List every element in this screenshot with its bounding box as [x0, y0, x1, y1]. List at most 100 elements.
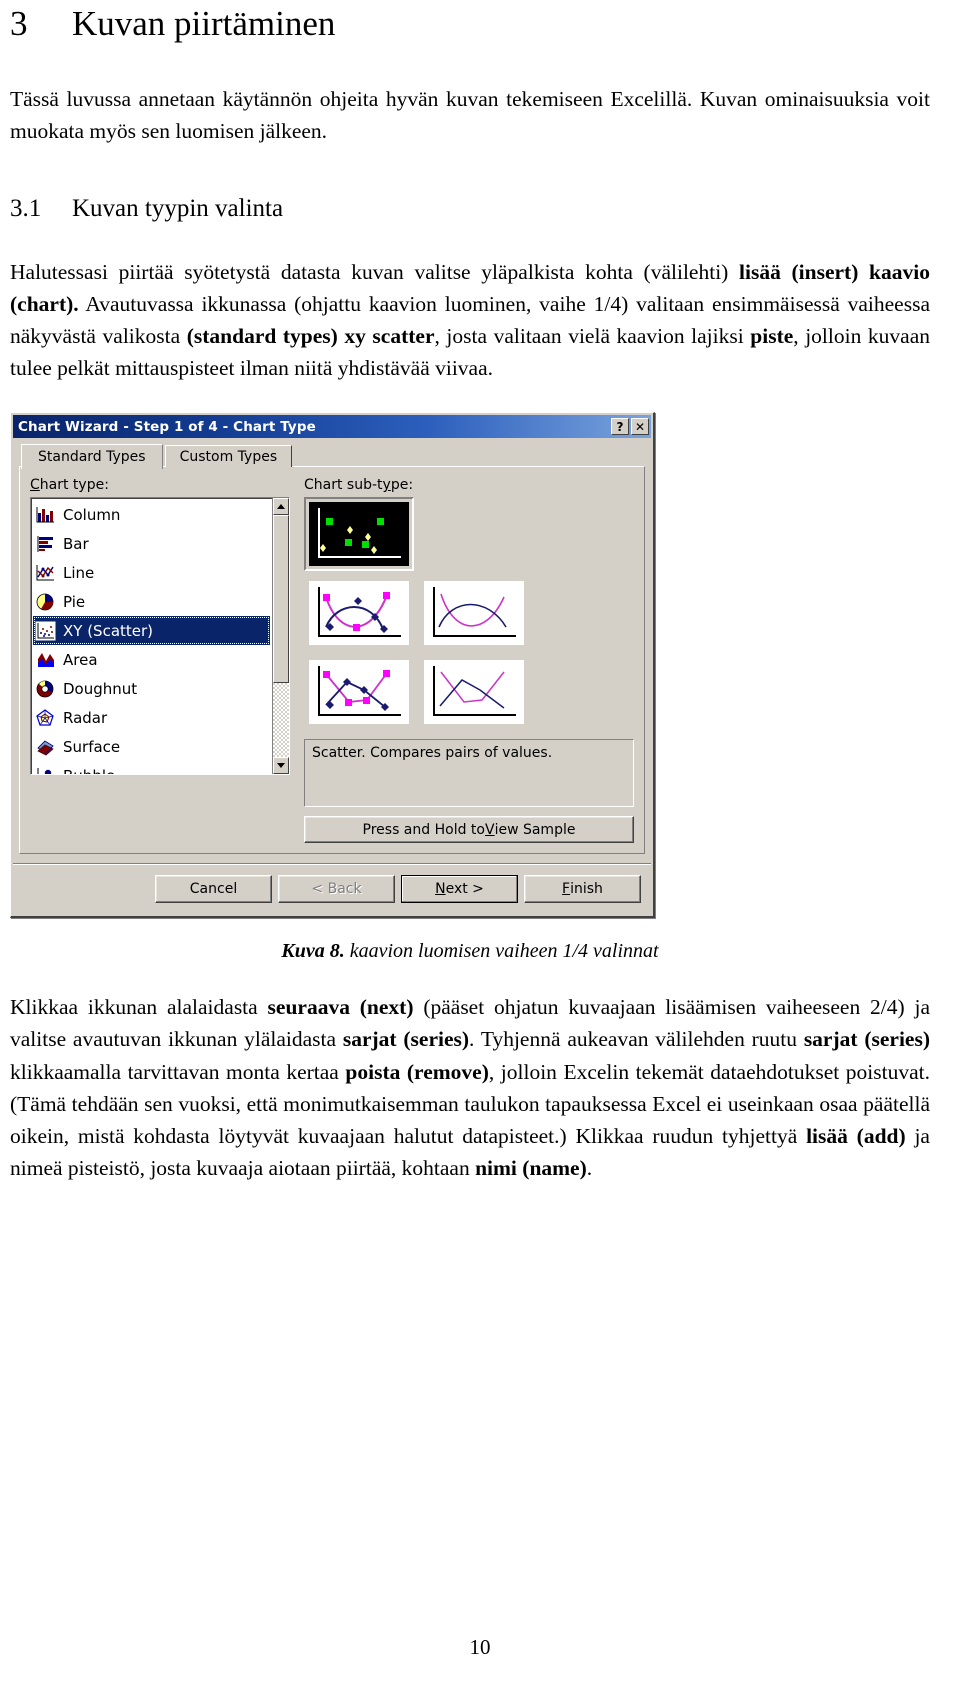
chart-type-scrollbar[interactable]: [272, 498, 289, 775]
list-item-label: Pie: [63, 592, 86, 611]
chapter-heading: 3 Kuvan piirtäminen: [10, 0, 930, 43]
chart-type-list[interactable]: Column Bar Line Pie XY (Scatter) Area Do…: [31, 498, 272, 775]
chart-type-column: Chart type: Column Bar Line Pie XY (Scat…: [30, 477, 290, 843]
list-item-bubble[interactable]: Bubble: [33, 761, 272, 775]
dialog-tabstrip: Standard Types Custom Types: [21, 444, 653, 470]
next-button[interactable]: Next >: [401, 875, 518, 904]
page-content: 3 Kuvan piirtäminen Tässä luvussa annetaa…: [10, 0, 930, 1184]
p2-seg-h: poista (remove): [345, 1059, 489, 1084]
column-chart-icon: [35, 505, 56, 525]
p1-seg-d: (standard types) xy scatter: [186, 324, 435, 349]
list-item-radar[interactable]: Radar: [33, 703, 272, 732]
dialog-footer: Cancel < Back Next > Finish: [13, 863, 651, 914]
p2-seg-g: klikkaamalla tarvittavan monta kertaa: [10, 1059, 346, 1084]
chevron-down-icon: [277, 763, 285, 769]
finish-button[interactable]: Finish: [524, 875, 641, 904]
list-item-xy-scatter[interactable]: XY (Scatter): [33, 616, 270, 646]
subtype-scatter-markers-only[interactable]: [304, 497, 414, 572]
tab-standard-types[interactable]: Standard Types: [21, 444, 163, 470]
list-item-label: Line: [63, 563, 95, 582]
scrollbar-track[interactable]: [273, 683, 289, 758]
figure-chart-wizard: Chart Wizard - Step 1 of 4 - Chart Type …: [10, 412, 930, 919]
p2-seg-j: lisää (add): [806, 1123, 906, 1148]
close-button[interactable]: ✕: [631, 418, 649, 436]
paragraph-series-instructions: Klikkaa ikkunan alalaidasta seuraava (ne…: [10, 991, 930, 1183]
list-item-column[interactable]: Column: [33, 500, 272, 529]
list-item-label: Bar: [63, 534, 89, 553]
caption-lead: Kuva 8.: [281, 940, 345, 963]
chart-subtype-label: Chart sub-type:: [304, 477, 414, 494]
chart-type-listbox[interactable]: Column Bar Line Pie XY (Scatter) Area Do…: [30, 497, 290, 776]
chart-subtype-column: Chart sub-type: Scatter. Compares pairs …: [304, 477, 634, 844]
subtype-scatter-smooth-lines[interactable]: [419, 576, 529, 651]
list-item-surface[interactable]: Surface: [33, 732, 272, 761]
radar-chart-icon: [35, 708, 56, 728]
list-item-label: Bubble: [63, 767, 115, 775]
document-page: 3 Kuvan piirtäminen Tässä luvussa annetaa…: [0, 0, 960, 1682]
subtype-scatter-straight-lines-markers[interactable]: [304, 655, 414, 730]
chapter-title-text: Kuvan piirtäminen: [72, 4, 336, 43]
tab-custom-types[interactable]: Custom Types: [164, 445, 293, 468]
section-number: 3.1: [10, 194, 42, 222]
list-item-pie[interactable]: Pie: [33, 587, 272, 616]
scroll-up-button[interactable]: [273, 498, 289, 516]
press-and-hold-view-sample-button[interactable]: Press and Hold to View Sample: [304, 816, 634, 844]
back-button: < Back: [278, 875, 395, 904]
figure-caption: Kuva 8. kaavion luomisen vaiheen 1/4 val…: [10, 940, 930, 963]
subtype-preview-smooth-lines: [424, 581, 524, 646]
line-chart-icon: [35, 563, 56, 583]
caption-text: kaavion luomisen vaiheen 1/4 valinnat: [344, 940, 659, 963]
p2-seg-m: .: [586, 1155, 593, 1180]
chevron-up-icon: [277, 504, 285, 510]
list-item-label: Surface: [63, 737, 121, 756]
intro-paragraph: Tässä luvussa annetaan käytännön ohjeita…: [10, 86, 930, 143]
p1-seg-a: Halutessasi piirtää syötetystä datasta k…: [10, 260, 740, 285]
scrollbar-thumb[interactable]: [273, 515, 289, 684]
p2-seg-l: nimi (name): [475, 1155, 587, 1180]
surface-chart-icon: [35, 737, 56, 757]
chart-type-label: Chart type:: [30, 477, 109, 494]
subtype-scatter-straight-lines[interactable]: [419, 655, 529, 730]
subtype-placeholder: [419, 497, 529, 572]
bubble-chart-icon: [35, 766, 56, 775]
subtype-preview-smooth-lines-markers: [309, 581, 409, 646]
scatter-chart-icon: [35, 621, 56, 641]
area-chart-icon: [35, 650, 56, 670]
list-item-line[interactable]: Line: [33, 558, 272, 587]
list-item-area[interactable]: Area: [33, 645, 272, 674]
list-item-label: Doughnut: [63, 679, 138, 698]
subtype-preview-straight-lines-markers: [309, 660, 409, 725]
bar-chart-icon: [35, 534, 56, 554]
p2-seg-e: . Tyhjennä aukeavan välilehden ruutu: [469, 1027, 804, 1052]
chart-subtype-grid[interactable]: [304, 497, 634, 730]
subtype-scatter-smooth-lines-markers[interactable]: [304, 576, 414, 651]
list-item-label: XY (Scatter): [63, 621, 154, 640]
list-item-doughnut[interactable]: Doughnut: [33, 674, 272, 703]
chapter-number: 3: [10, 4, 28, 43]
pie-chart-icon: [35, 592, 56, 612]
standard-types-panel: Chart type: Column Bar Line Pie XY (Scat…: [19, 466, 645, 855]
help-button[interactable]: ?: [611, 418, 629, 436]
p2-seg-f: sarjat (series): [803, 1027, 930, 1052]
doughnut-chart-icon: [35, 679, 56, 699]
list-item-label: Radar: [63, 708, 108, 727]
paragraph-type-selection: Halutessasi piirtää syötetystä datasta k…: [10, 256, 930, 384]
list-item-bar[interactable]: Bar: [33, 529, 272, 558]
section-title-text: Kuvan tyypin valinta: [72, 194, 284, 222]
dialog-titlebar[interactable]: Chart Wizard - Step 1 of 4 - Chart Type …: [13, 415, 651, 439]
chart-wizard-dialog: Chart Wizard - Step 1 of 4 - Chart Type …: [10, 412, 655, 919]
subtype-description: Scatter. Compares pairs of values.: [304, 739, 634, 808]
p2-seg-d: sarjat (series): [342, 1027, 470, 1052]
subtype-preview-straight-lines: [424, 660, 524, 725]
p1-seg-e: , josta valitaan vielä kaavion lajiksi: [434, 324, 751, 349]
p1-seg-f: piste: [750, 324, 794, 349]
cancel-button[interactable]: Cancel: [155, 875, 272, 904]
subtype-preview-markers-only: [309, 502, 409, 567]
section-heading: 3.1 Kuvan tyypin valinta: [10, 195, 930, 223]
list-item-label: Column: [63, 505, 121, 524]
p2-seg-a: Klikkaa ikkunan alalaidasta: [10, 995, 268, 1020]
scroll-down-button[interactable]: [273, 757, 289, 775]
dialog-title: Chart Wizard - Step 1 of 4 - Chart Type: [18, 418, 316, 435]
list-item-label: Area: [63, 650, 98, 669]
p2-seg-b: seuraava (next): [267, 995, 414, 1020]
